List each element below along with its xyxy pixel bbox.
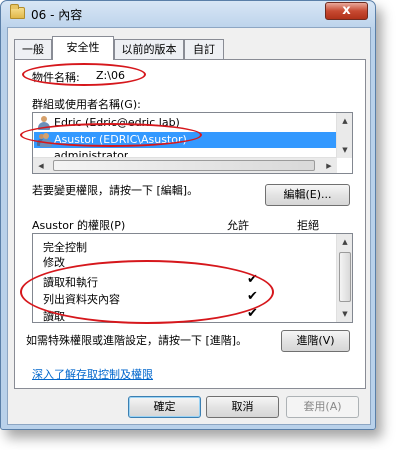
deny-header: 拒絕 [297,219,319,232]
permissions-vertical-scrollbar[interactable]: ▲ ▼ [336,234,352,322]
users-label: 群組或使用者名稱(G): [32,98,141,111]
perm-row-list-folder: 列出資料夾內容 [43,293,120,306]
scroll-right-icon[interactable]: ▶ [321,158,337,173]
permissions-label: Asustor 的權限(P) [32,219,126,232]
window-title: 06 - 內容 [31,8,83,22]
perm-row-modify: 修改 [43,256,65,269]
scroll-down-icon[interactable]: ▼ [337,306,352,322]
user-item-edric[interactable]: Edric (Edric@edric.lab) [54,116,180,129]
edit-button[interactable]: 編輯(E)... [265,184,350,206]
users-list[interactable]: Edric (Edric@edric.lab) Asustor (EDRIC\A… [32,112,353,174]
allow-header: 允許 [227,219,249,232]
horizontal-scroll-thumb[interactable] [53,160,315,171]
advanced-button[interactable]: 進階(V) [281,330,350,352]
object-name-label: 物件名稱: [32,71,80,84]
vertical-scroll-thumb[interactable] [339,252,351,302]
tab-security[interactable]: 安全性 [52,36,114,60]
scroll-up-icon[interactable]: ▲ [337,113,352,129]
cancel-button[interactable]: 取消 [206,396,279,418]
user-item-asustor[interactable]: Asustor (EDRIC\Asustor) [54,133,187,146]
users-vertical-scrollbar[interactable]: ▲ ▼ [336,113,352,158]
allow-check-icon: ✔ [247,289,258,304]
tab-customize[interactable]: 自訂 [184,39,224,59]
apply-button[interactable]: 套用(A) [286,396,359,418]
edit-hint: 若要變更權限，請按一下 [編輯]。 [32,184,199,197]
advanced-hint: 如需特殊權限或進階設定，請按一下 [進階]。 [26,334,248,347]
dialog-client: 一般 安全性 以前的版本 自訂 物件名稱: Z:\06 群組或使用者名稱(G):… [7,27,371,425]
users-horizontal-scrollbar[interactable]: ◀ ▶ [33,157,337,173]
allow-check-icon: ✔ [247,306,258,321]
object-name-value: Z:\06 [96,69,125,82]
perm-row-full-control: 完全控制 [43,241,87,254]
scroll-up-icon[interactable]: ▲ [337,234,352,250]
perm-row-read-execute: 讀取和執行 [43,276,98,289]
scroll-left-icon[interactable]: ◀ [33,158,49,173]
scroll-down-icon[interactable]: ▼ [337,142,352,158]
security-panel: 物件名稱: Z:\06 群組或使用者名稱(G): Edric (Edric@ed… [14,59,366,389]
user-icon [37,116,51,130]
folder-icon [10,4,25,19]
permissions-list: 完全控制 修改 讀取和執行 列出資料夾內容 讀取 ✔ ✔ ✔ ▲ ▼ [32,233,353,323]
properties-window: 06 - 內容 x 一般 安全性 以前的版本 自訂 物件名稱: Z:\06 群組… [0,0,376,430]
ok-button[interactable]: 確定 [128,396,201,418]
close-button[interactable]: x [325,2,368,20]
tab-previous-versions[interactable]: 以前的版本 [114,39,184,59]
perm-row-read: 讀取 [43,310,65,323]
allow-check-icon: ✔ [247,272,258,287]
tab-general[interactable]: 一般 [14,39,52,59]
group-icon [37,133,53,147]
learn-more-link[interactable]: 深入了解存取控制及權限 [32,366,153,382]
